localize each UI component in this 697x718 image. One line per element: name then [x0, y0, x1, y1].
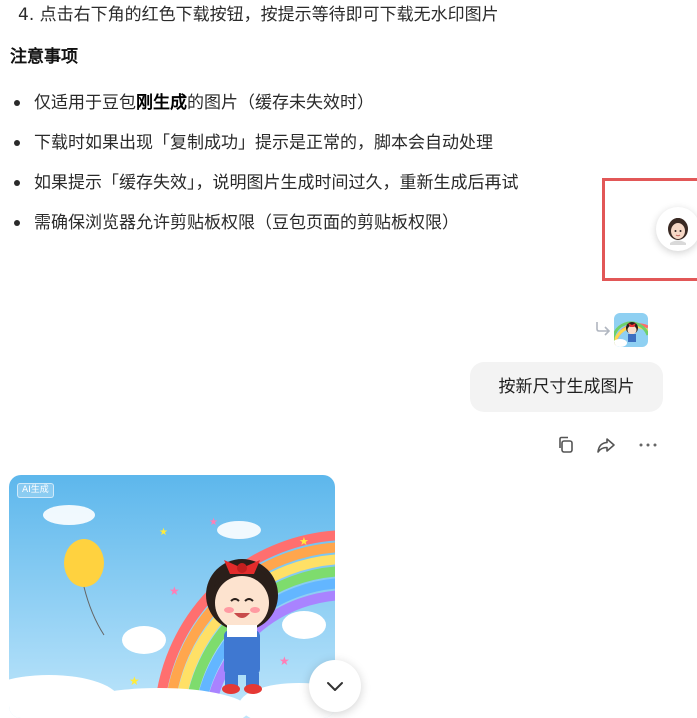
avatar-icon	[668, 218, 688, 245]
bullet-icon	[14, 100, 20, 106]
svg-text:★: ★	[129, 674, 140, 688]
reference-image-attachment[interactable]	[592, 313, 652, 347]
reply-arrow-icon	[596, 322, 611, 336]
note-text: 下载时如果出现「复制成功」提示是正常的，脚本会自动处理	[34, 133, 493, 153]
instruction-step-4: 4. 点击右下角的红色下载按钮，按提示等待即可下载无水印图片	[18, 5, 499, 25]
note-item: 需确保浏览器允许剪贴板权限（豆包页面的剪贴板权限）	[10, 210, 519, 250]
note-text: 仅适用于豆包	[34, 93, 136, 113]
copy-icon	[559, 436, 573, 453]
reference-thumbnail[interactable]	[614, 313, 648, 347]
svg-text:★: ★	[299, 535, 309, 548]
ai-generated-tag: AI生成	[17, 483, 54, 498]
generated-image[interactable]: ★ ★ ★ ★ ★ ★ AI生成	[9, 475, 335, 718]
share-button[interactable]	[594, 433, 618, 457]
svg-text:★: ★	[209, 517, 218, 528]
floating-assistant-avatar[interactable]	[656, 207, 697, 251]
scroll-to-bottom-button[interactable]	[309, 660, 361, 712]
more-icon	[639, 443, 657, 447]
more-button[interactable]	[636, 433, 660, 457]
user-message-bubble: 按新尺寸生成图片	[470, 362, 663, 412]
svg-text:★: ★	[169, 584, 180, 598]
bullet-icon	[14, 220, 20, 226]
svg-text:★: ★	[159, 527, 168, 538]
note-text: 需确保浏览器允许剪贴板权限（豆包页面的剪贴板权限）	[34, 213, 459, 233]
chat-page: 4. 点击右下角的红色下载按钮，按提示等待即可下载无水印图片 注意事项 仅适用于…	[0, 0, 697, 718]
note-item: 如果提示「缓存失效」，说明图片生成时间过久，重新生成后再试	[10, 170, 519, 210]
bullet-icon	[14, 180, 20, 186]
chevron-down-icon	[327, 682, 343, 691]
thumbnail-image	[614, 313, 648, 347]
note-item: 仅适用于豆包刚生成的图片（缓存未失效时）	[10, 90, 519, 130]
copy-button[interactable]	[554, 433, 578, 457]
note-item: 下载时如果出现「复制成功」提示是正常的，脚本会自动处理	[10, 130, 519, 170]
notes-list: 仅适用于豆包刚生成的图片（缓存未失效时） 下载时如果出现「复制成功」提示是正常的…	[10, 90, 519, 250]
note-text: 如果提示「缓存失效」，说明图片生成时间过久，重新生成后再试	[34, 173, 519, 193]
share-icon	[597, 438, 615, 453]
note-text: 的图片（缓存未失效时）	[187, 93, 374, 113]
note-bold-text: 刚生成	[136, 93, 187, 113]
bullet-icon	[14, 140, 20, 146]
notes-heading: 注意事项	[10, 47, 78, 67]
generated-image-artwork: ★ ★ ★ ★ ★ ★	[9, 475, 335, 718]
svg-text:★: ★	[279, 654, 290, 668]
